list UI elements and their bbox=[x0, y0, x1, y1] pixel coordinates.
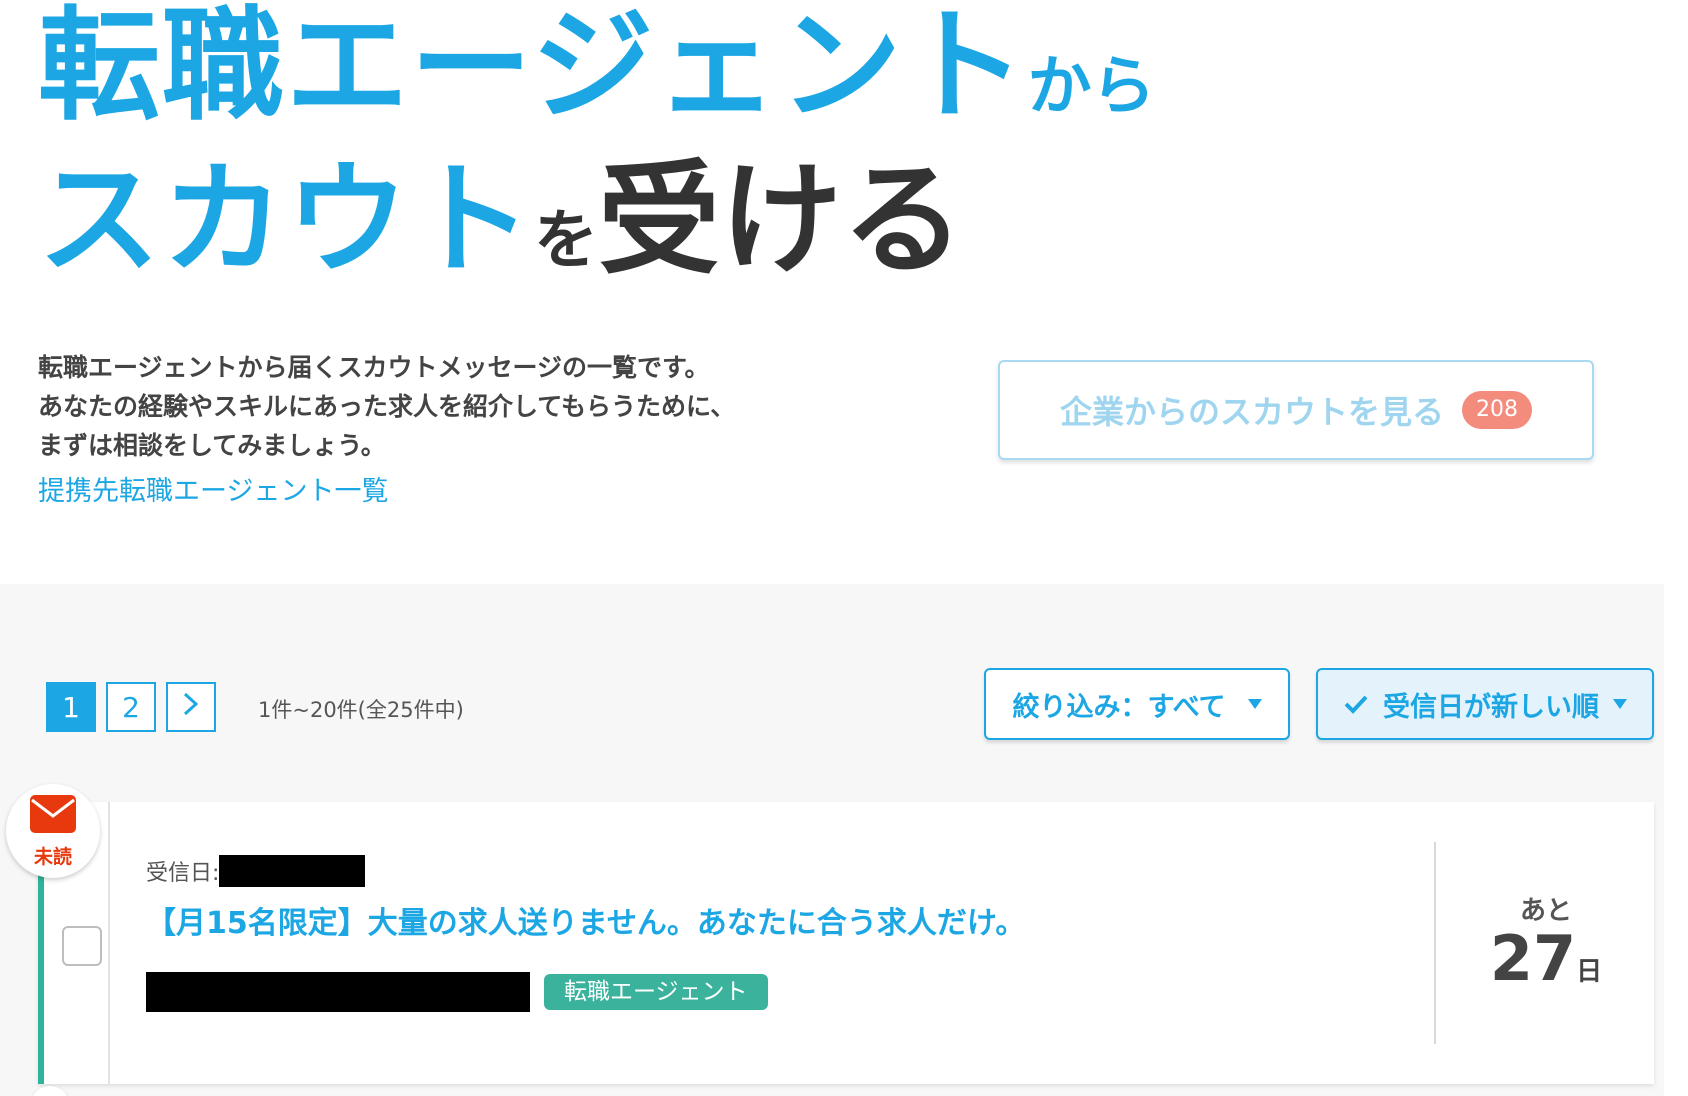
hero-line-2: スカウトを受ける bbox=[38, 149, 964, 291]
remaining-days-value: 27 bbox=[1489, 922, 1577, 995]
received-date-label: 受信日: bbox=[146, 861, 220, 886]
hero-from-text: から bbox=[1027, 50, 1156, 124]
company-scout-button[interactable]: 企業からのスカウトを見る 208 bbox=[998, 360, 1594, 460]
result-count-info: 1件~20件(全25件中) bbox=[258, 698, 464, 722]
pagination: 1 2 bbox=[46, 682, 216, 732]
filter-label: 絞り込み：すべて bbox=[1012, 691, 1226, 723]
redacted-sender-name bbox=[146, 972, 530, 1012]
chevron-right-icon bbox=[181, 691, 201, 724]
hero-scout-text: スカウト bbox=[38, 149, 534, 291]
message-body: 受信日: 【月15名限定】大量の求人送りません。あなたに合う求人だけ。 転職エー… bbox=[146, 854, 1446, 1012]
remaining-days-unit: 日 bbox=[1576, 957, 1603, 987]
sender-row: 転職エージェント bbox=[146, 972, 1446, 1012]
unread-label: 未読 bbox=[33, 845, 72, 868]
remaining-days-box: あと 27日 bbox=[1438, 890, 1654, 991]
message-select-checkbox[interactable] bbox=[62, 926, 102, 966]
mail-icon bbox=[29, 794, 77, 838]
hero-particle-text: を bbox=[534, 204, 598, 278]
company-scout-label: 企業からのスカウトを見る bbox=[1059, 393, 1444, 431]
company-scout-count-badge: 208 bbox=[1462, 391, 1532, 429]
agent-list-link[interactable]: 提携先転職エージェント一覧 bbox=[38, 469, 388, 508]
intro-section: 転職エージェントから届くスカウトメッセージの一覧です。 あなたの経験やスキルにあ… bbox=[38, 348, 938, 508]
next-page-button[interactable] bbox=[166, 682, 216, 732]
redacted-date bbox=[219, 855, 366, 887]
intro-description: 転職エージェントから届くスカウトメッセージの一覧です。 あなたの経験やスキルにあ… bbox=[38, 348, 938, 465]
intro-line: 転職エージェントから届くスカウトメッセージの一覧です。 bbox=[38, 353, 710, 382]
message-subject-link[interactable]: 【月15名限定】大量の求人送りません。あなたに合う求人だけ。 bbox=[146, 898, 1446, 942]
received-date-row: 受信日: bbox=[146, 854, 1446, 888]
scout-message-card[interactable]: 受信日: 【月15名限定】大量の求人送りません。あなたに合う求人だけ。 転職エー… bbox=[38, 802, 1654, 1084]
sort-label: 受信日が新しい順 bbox=[1383, 691, 1599, 723]
page-button-2[interactable]: 2 bbox=[106, 682, 156, 732]
card-divider bbox=[1434, 842, 1436, 1044]
intro-line: まずは相談をしてみましょう。 bbox=[38, 431, 386, 460]
check-icon bbox=[1343, 693, 1369, 715]
hero-line-1: 転職エージェントから bbox=[38, 0, 1156, 137]
intro-line: あなたの経験やスキルにあった求人を紹介してもらうために、 bbox=[38, 392, 736, 421]
hero-receive-text: 受ける bbox=[598, 149, 964, 291]
sort-dropdown[interactable]: 受信日が新しい順 bbox=[1316, 668, 1654, 740]
hero-agent-text: 転職エージェント bbox=[38, 0, 1028, 137]
caret-down-icon bbox=[1613, 699, 1627, 709]
filter-dropdown[interactable]: 絞り込み：すべて bbox=[984, 668, 1290, 740]
page-button-1[interactable]: 1 bbox=[46, 682, 96, 732]
caret-down-icon bbox=[1247, 699, 1262, 709]
unread-badge: 未読 bbox=[6, 784, 100, 878]
agent-type-tag: 転職エージェント bbox=[544, 974, 768, 1010]
